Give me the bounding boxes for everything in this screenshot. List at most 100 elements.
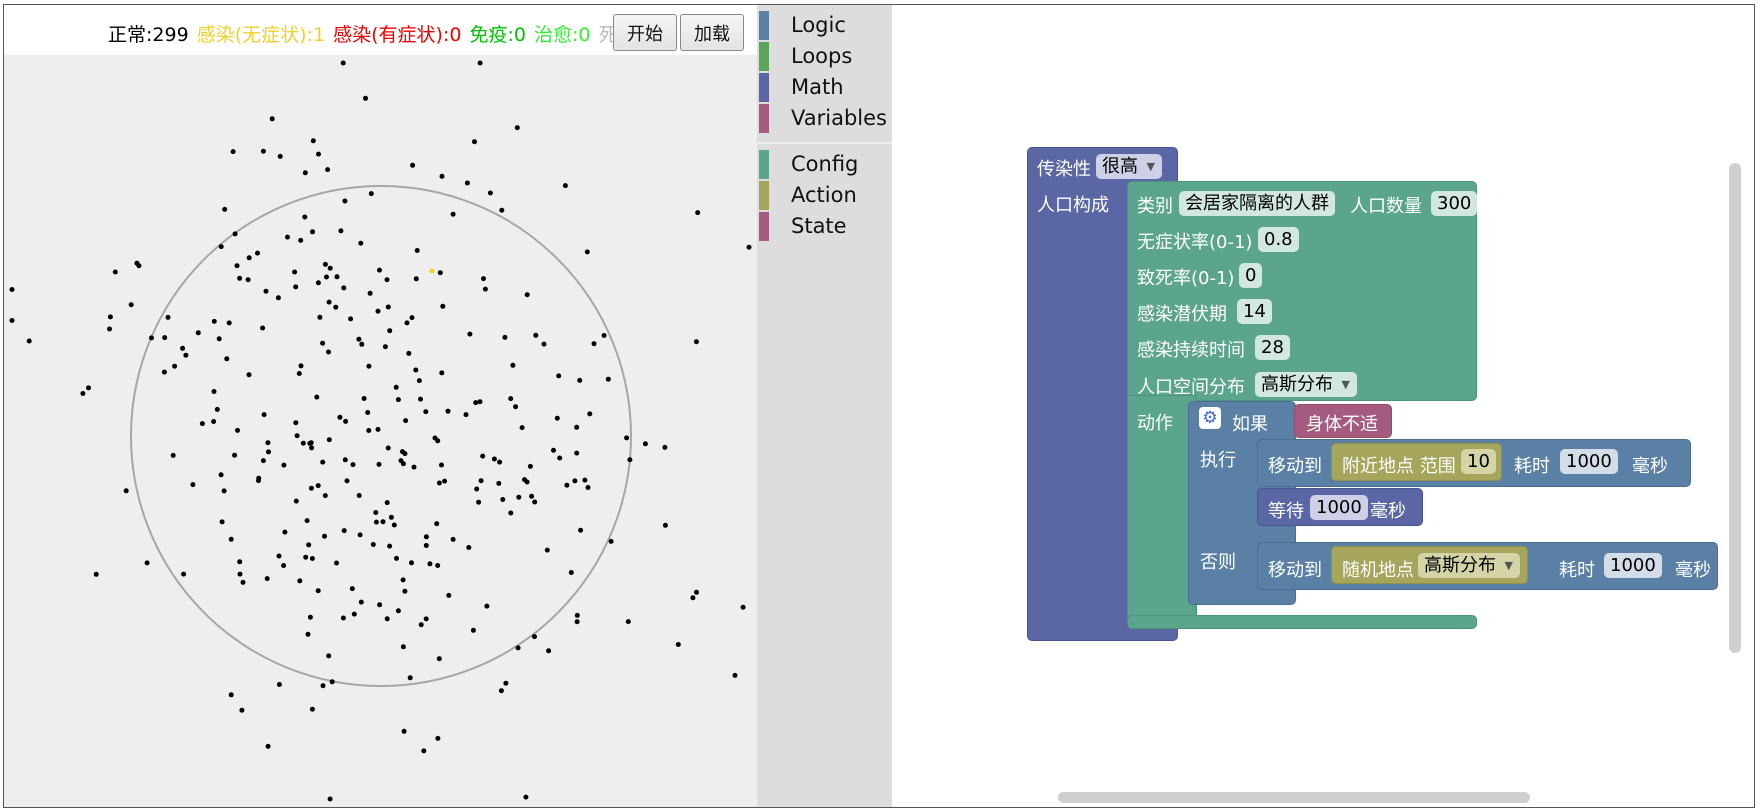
person-dot-normal [436, 656, 442, 662]
category-color-swatch [759, 11, 769, 40]
toolbox-category-action[interactable]: Action [757, 181, 892, 210]
person-dot-normal [414, 248, 420, 253]
person-dot-normal [476, 499, 482, 505]
simulation-canvas[interactable] [4, 55, 757, 807]
person-dot-normal [467, 331, 473, 337]
person-dot-normal [222, 206, 228, 212]
death-rate-field[interactable]: 0 [1239, 263, 1263, 288]
incubation-period-field[interactable]: 14 [1237, 299, 1272, 324]
spatial-distribution-dropdown[interactable]: 高斯分布 ▼ [1255, 372, 1357, 397]
toolbox-category-loops[interactable]: Loops [757, 42, 892, 71]
person-dot-normal [519, 425, 525, 431]
vertical-scrollbar[interactable] [1729, 163, 1741, 653]
person-dot-normal [228, 536, 234, 542]
nearby-range-field[interactable]: 10 [1461, 449, 1496, 474]
duration-label: 耗时 [1514, 456, 1550, 477]
person-dot-normal [265, 743, 271, 749]
person-dot-normal [325, 167, 331, 173]
move-duration-field[interactable]: 1000 [1604, 553, 1662, 578]
person-dot-normal [524, 292, 530, 298]
category-label: 类别 [1137, 196, 1173, 217]
person-dot-normal [302, 170, 308, 176]
blockly-workspace[interactable]: 传染性 很高 ▼ 人口构成 类别 会居家隔离的人群 人口数量 300 无症状率(0… [892, 5, 1754, 807]
person-dot-normal [435, 735, 441, 741]
person-dot-normal [740, 604, 746, 610]
random-distribution-dropdown[interactable]: 高斯分布 ▼ [1418, 553, 1520, 578]
person-dot-normal [574, 612, 580, 618]
person-dot-normal [434, 521, 440, 527]
person-dot-normal [436, 480, 442, 486]
person-dot-normal [464, 180, 470, 186]
settings-gear-icon[interactable]: ⚙ [1199, 407, 1221, 429]
start-button[interactable]: 开始 [613, 14, 677, 51]
horizontal-scrollbar[interactable] [1058, 792, 1530, 803]
person-dot-normal [86, 385, 91, 391]
infection-duration-field[interactable]: 28 [1255, 335, 1290, 360]
move-duration-field[interactable]: 1000 [1560, 449, 1618, 474]
person-dot-normal [326, 653, 332, 659]
person-dot-normal [482, 286, 488, 292]
load-button[interactable]: 加载 [680, 14, 744, 51]
person-dot-normal [591, 341, 597, 347]
person-dot-normal [554, 415, 560, 421]
population-count-field[interactable]: 300 [1431, 191, 1478, 216]
stat-recovered: 治愈:0 [534, 24, 591, 46]
wait-duration-field[interactable]: 1000 [1310, 495, 1368, 520]
person-dot-normal [409, 560, 414, 566]
person-dot-normal [544, 547, 550, 553]
person-dot-normal [439, 173, 445, 179]
person-dot-normal [499, 207, 505, 213]
status-bar: 正常:299 感染(无症状):1 感染(有症状):0 免疫:0 治愈:0 死亡:… [4, 5, 757, 55]
person-dot-normal [440, 303, 446, 309]
category-field[interactable]: 会居家隔离的人群 [1179, 191, 1335, 216]
person-dot-normal [322, 533, 327, 539]
person-dot-normal [546, 648, 552, 654]
person-dot-normal [477, 399, 483, 405]
person-dot-normal [437, 270, 443, 276]
person-dot-normal [574, 619, 580, 625]
toolbox-category-state[interactable]: State [757, 212, 892, 241]
milliseconds-label: 毫秒 [1370, 501, 1406, 522]
toolbox-category-math[interactable]: Math [757, 73, 892, 102]
spatial-distribution-label: 人口空间分布 [1137, 377, 1245, 398]
stat-immune: 免疫:0 [469, 24, 526, 46]
person-dot-normal [349, 586, 355, 592]
person-dot-normal [230, 149, 236, 155]
person-dot-normal [282, 529, 288, 535]
person-dot-normal [627, 457, 633, 463]
person-dot-normal [732, 672, 738, 678]
person-dot-normal [246, 255, 252, 261]
person-dot-normal [338, 228, 344, 234]
person-dot-normal [423, 616, 429, 622]
person-dot-normal [327, 796, 333, 802]
person-dot-normal [484, 603, 490, 609]
milliseconds-label: 毫秒 [1632, 456, 1668, 477]
toolbox-category-config[interactable]: Config [757, 150, 892, 179]
person-dot-normal [341, 285, 347, 291]
person-dot-normal [498, 688, 504, 694]
person-dot-normal [500, 497, 506, 502]
nearby-location-label: 附近地点 范围 [1342, 456, 1456, 477]
person-dot-normal [218, 472, 224, 478]
person-dot-normal [474, 486, 480, 492]
person-dot-normal [515, 645, 521, 651]
person-dot-normal [601, 333, 607, 338]
person-dot-normal [435, 563, 441, 568]
infectivity-dropdown[interactable]: 很高 ▼ [1096, 154, 1162, 179]
category-color-swatch [759, 181, 769, 210]
person-dot-normal [466, 545, 472, 550]
person-dot-normal [402, 588, 408, 594]
person-dot-normal [232, 231, 238, 237]
toolbox-category-logic[interactable]: Logic [757, 11, 892, 40]
toolbox-category-variables[interactable]: Variables [757, 104, 892, 133]
person-dot-normal [375, 426, 381, 432]
person-dot-normal [432, 435, 438, 441]
person-dot-normal [395, 397, 401, 403]
person-dot-normal [510, 362, 516, 368]
person-dot-normal [513, 404, 519, 410]
person-dot-normal [93, 571, 99, 577]
person-dot-normal [277, 153, 283, 159]
population-composition-label: 人口构成 [1037, 195, 1109, 216]
person-dot-normal [237, 559, 243, 565]
asymptomatic-rate-field[interactable]: 0.8 [1258, 227, 1299, 252]
